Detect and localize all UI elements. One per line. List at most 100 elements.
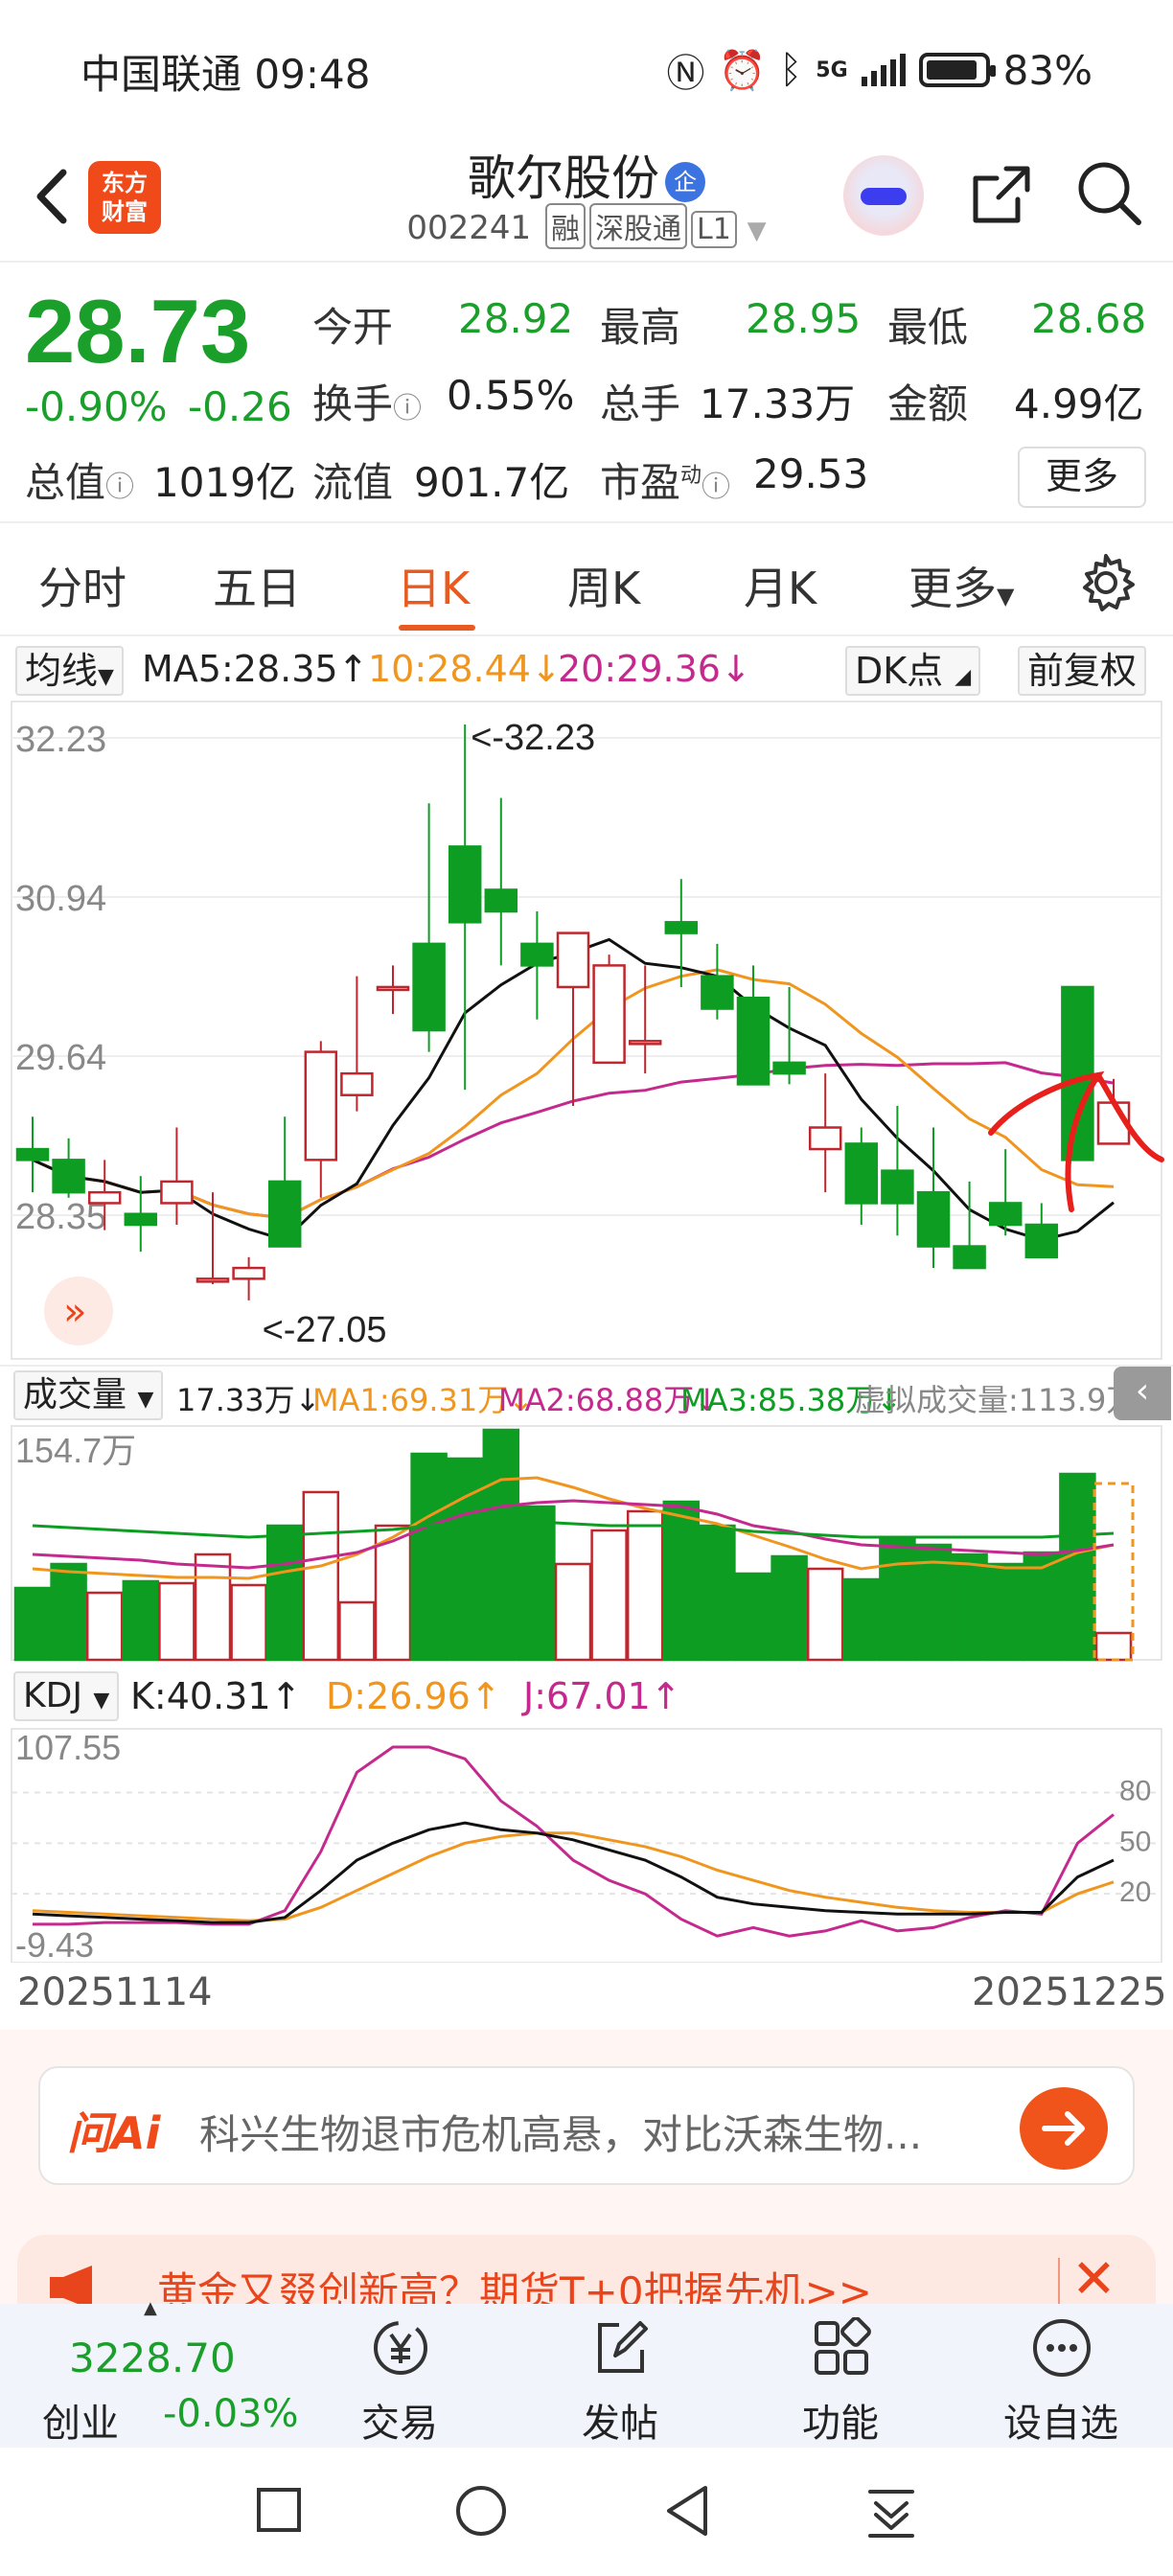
bottom-tab-bar: ▲ 3228.70 创业 -0.03% 交易 发帖 功能 设自选 xyxy=(0,2298,1173,2448)
j-value: J:67.01↑ xyxy=(523,1675,681,1717)
kline-chart[interactable]: 32.2330.9429.6428.3527.05<-32.23<-27.05» xyxy=(0,700,1173,1361)
ask-ai-input[interactable]: 科兴生物退市危机高悬，对比沃森生物... xyxy=(199,2103,922,2161)
stock-header: 东方 财富 歌尔股份企 002241 融深股通 L1 ▼ xyxy=(0,134,1173,263)
candle-body xyxy=(304,1050,338,1162)
index-name: 创业 xyxy=(42,2402,119,2446)
candle-body xyxy=(736,996,770,1086)
open-label: 今开 xyxy=(312,304,394,351)
volume-bar xyxy=(338,1600,376,1662)
tab-underline xyxy=(399,625,475,631)
tab-intraday[interactable]: 分时 xyxy=(38,554,126,617)
settings-gear-icon[interactable] xyxy=(1075,552,1137,613)
candle xyxy=(1024,1203,1059,1259)
ask-ai-go-button[interactable] xyxy=(1020,2087,1108,2170)
caret-down-icon: ▼ xyxy=(137,1388,154,1412)
tab-daily-k[interactable]: 日K xyxy=(397,554,470,617)
volume-bar xyxy=(590,1529,628,1662)
volume-bar xyxy=(734,1572,772,1662)
home-circle-icon[interactable] xyxy=(454,2484,508,2538)
candle-body xyxy=(87,1190,122,1205)
dk-point-selector[interactable]: DK点 ◢ xyxy=(845,646,981,696)
vol-ma3-line xyxy=(32,1520,1115,1539)
assistant-robot-icon[interactable] xyxy=(843,155,924,236)
close-icon[interactable]: ✕ xyxy=(1071,2248,1116,2311)
candle xyxy=(736,965,770,1086)
volume-bar xyxy=(158,1581,196,1662)
search-icon[interactable] xyxy=(1073,157,1144,228)
kdj-bottom-label: -9.43 xyxy=(15,1925,94,1963)
volume-bar xyxy=(194,1552,232,1662)
turnover-value: 0.55% xyxy=(447,372,575,419)
more-button[interactable]: 更多 xyxy=(1018,447,1146,508)
index-ticker[interactable]: ▲ 3228.70 创业 -0.03% xyxy=(0,2298,316,2448)
virtual-volume-value: 虚拟成交量:113.9万 xyxy=(855,1382,1138,1418)
ask-ai-bar[interactable]: 问Ai 科兴生物退市危机高悬，对比沃森生物... xyxy=(38,2066,1135,2185)
more-dots-icon xyxy=(1033,2319,1091,2377)
system-nav-bar xyxy=(0,2448,1173,2576)
candle-body xyxy=(52,1159,85,1194)
status-bar: 中国联通 09:48 Ⓝ ⏰ ᛒ 5G 83% xyxy=(0,0,1173,134)
kdj-selector[interactable]: KDJ ▼ xyxy=(13,1671,120,1721)
volume-chart[interactable]: 154.7万 xyxy=(0,1424,1173,1662)
volume-bar xyxy=(879,1535,916,1662)
recents-square-icon[interactable] xyxy=(255,2486,303,2534)
battery-icon xyxy=(918,53,996,87)
kline-frame xyxy=(11,701,1162,1360)
low-value: 28.68 xyxy=(1031,295,1147,342)
volume-bar xyxy=(302,1490,340,1662)
date-start: 20251114 xyxy=(17,1970,213,2014)
volume-bar xyxy=(554,1562,592,1662)
candle-body xyxy=(412,942,446,1032)
low-label: 最低 xyxy=(887,304,969,351)
candle xyxy=(267,1116,302,1248)
adjust-selector[interactable]: 前复权 xyxy=(1018,646,1147,696)
tab-more[interactable]: 更多▼ xyxy=(908,554,1014,617)
arrow-down-icon: ↓ xyxy=(720,648,751,690)
post-tab[interactable]: 发帖 xyxy=(548,2304,692,2448)
candle-body xyxy=(844,1142,879,1205)
candle xyxy=(808,1073,842,1193)
period-tabs: 分时 五日 日K 周K 月K 更多▼ xyxy=(0,533,1173,636)
candle xyxy=(772,986,806,1085)
candle-body xyxy=(556,932,590,989)
grid-icon xyxy=(815,2317,871,2375)
ma5-value: MA5:28.35↑ xyxy=(142,648,369,690)
ma10-value: 10:28.44↓ xyxy=(368,648,562,690)
tab-five-day[interactable]: 五日 xyxy=(213,554,301,617)
tab-weekly-k[interactable]: 周K xyxy=(567,554,640,617)
candle-body xyxy=(448,845,482,924)
high-label: 最高 xyxy=(600,304,681,351)
candle-body xyxy=(916,1190,951,1248)
ma20-value: 20:29.36↓ xyxy=(558,648,751,690)
float-label: 流值 xyxy=(312,459,394,506)
trade-tab[interactable]: 交易 xyxy=(328,2304,472,2448)
min-price-note: <-27.05 xyxy=(263,1310,387,1350)
candle xyxy=(628,965,662,1074)
volume-max-label: 154.7万 xyxy=(15,1431,136,1470)
candle xyxy=(916,1127,951,1269)
collapse-panel-button[interactable]: ‹ xyxy=(1114,1367,1171,1420)
alarm-icon: ⏰ xyxy=(718,48,767,93)
candle-body xyxy=(520,942,554,967)
turnover-label: 换手ⓘ xyxy=(312,380,423,427)
volume-bar xyxy=(230,1583,267,1662)
ma-selector[interactable]: 均线▼ xyxy=(15,646,124,696)
caret-up-icon: ▲ xyxy=(144,2298,157,2318)
edit-icon xyxy=(598,2321,648,2373)
nfc-icon: Ⓝ xyxy=(666,52,705,96)
watchlist-tab[interactable]: 设自选 xyxy=(989,2304,1133,2448)
hide-nav-icon[interactable] xyxy=(864,2482,918,2540)
volume-bar xyxy=(446,1457,484,1662)
candle-body xyxy=(1024,1223,1059,1259)
pe-value: 29.53 xyxy=(753,450,869,497)
index-change: -0.03% xyxy=(163,2392,299,2436)
candle xyxy=(592,954,626,1065)
back-triangle-icon[interactable] xyxy=(663,2484,711,2538)
candle-body xyxy=(664,921,699,934)
function-tab[interactable]: 功能 xyxy=(769,2304,912,2448)
share-icon[interactable] xyxy=(968,161,1035,228)
candle-body xyxy=(124,1212,158,1227)
volume-selector[interactable]: 成交量 ▼ xyxy=(13,1370,164,1420)
kdj-chart[interactable]: 80 50 20 107.55 -9.43 xyxy=(0,1727,1173,1963)
tab-monthly-k[interactable]: 月K xyxy=(744,554,816,617)
